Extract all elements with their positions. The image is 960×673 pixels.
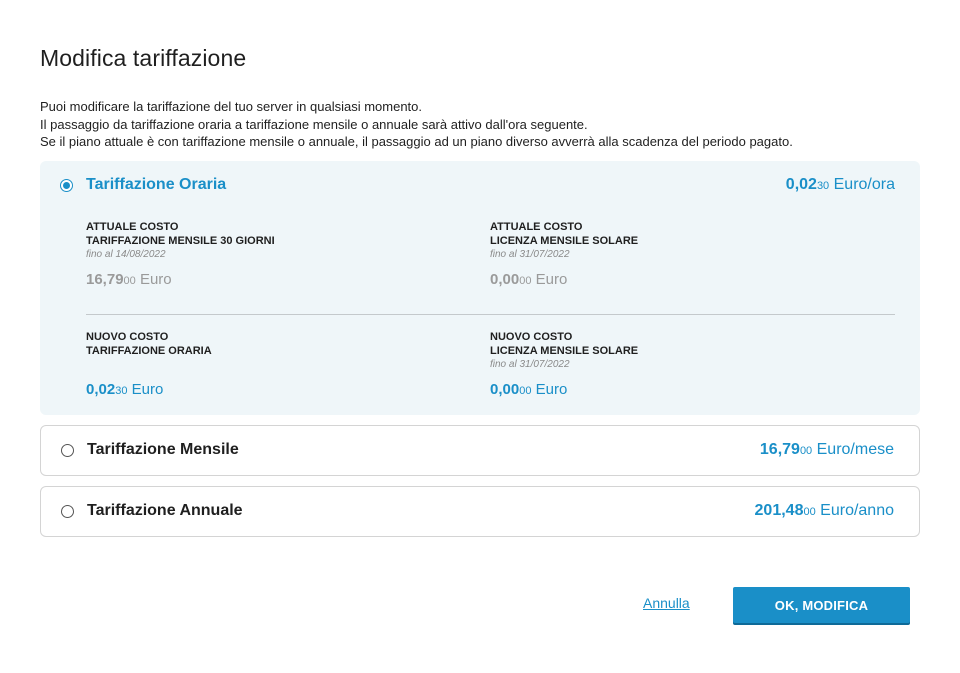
- current-cost-monthly-value: 16,7900 Euro: [86, 271, 172, 288]
- intro-line: Se il piano attuale è con tariffazione m…: [40, 134, 793, 149]
- new-cost-license-value: 0,0000 Euro: [490, 381, 567, 398]
- cost-subtitle: LICENZA MENSILE SOLARE: [490, 345, 639, 357]
- value-int: 0,00: [490, 381, 520, 398]
- new-cost-hourly: NUOVO COSTO TARIFFAZIONE ORARIA: [86, 330, 212, 358]
- cost-date: fino al 31/07/2022: [490, 359, 570, 370]
- new-cost-license: NUOVO COSTO LICENZA MENSILE SOLARE fino …: [490, 330, 638, 371]
- option-monthly-label: Tariffazione Mensile: [87, 441, 239, 458]
- value-unit: Euro: [135, 271, 172, 288]
- price-unit: Euro/anno: [815, 502, 894, 519]
- value-unit: Euro: [127, 381, 164, 398]
- price-int: 0,02: [785, 176, 817, 193]
- current-cost-monthly: ATTUALE COSTO TARIFFAZIONE MENSILE 30 GI…: [86, 220, 275, 261]
- radio-yearly[interactable]: [61, 505, 74, 518]
- option-yearly[interactable]: Tariffazione Annuale 201,4800 Euro/anno: [40, 486, 920, 537]
- option-hourly[interactable]: Tariffazione Oraria 0,0230 Euro/ora ATTU…: [40, 161, 920, 415]
- new-cost-hourly-value: 0,0230 Euro: [86, 381, 163, 398]
- option-monthly[interactable]: Tariffazione Mensile 16,7900 Euro/mese: [40, 425, 920, 476]
- value-dec: 00: [519, 275, 532, 287]
- page-title: Modifica tariffazione: [40, 45, 247, 71]
- cost-subtitle: LICENZA MENSILE SOLARE: [490, 235, 639, 247]
- cost-subtitle: TARIFFAZIONE MENSILE 30 GIORNI: [86, 235, 275, 247]
- price-dec: 00: [803, 506, 816, 518]
- value-unit: Euro: [531, 381, 568, 398]
- cost-title: NUOVO COSTO: [86, 331, 169, 343]
- price-int: 16,79: [759, 441, 800, 458]
- intro-line: Il passaggio da tariffazione oraria a ta…: [40, 116, 588, 132]
- value-dec: 30: [115, 385, 128, 397]
- cost-date: fino al 31/07/2022: [490, 249, 570, 260]
- value-int: 16,79: [86, 271, 124, 288]
- price-unit: Euro/mese: [812, 441, 894, 458]
- ok-modify-button[interactable]: OK, MODIFICA: [733, 587, 910, 623]
- option-yearly-price: 201,4800 Euro/anno: [755, 502, 894, 520]
- value-dec: 00: [519, 385, 532, 397]
- price-unit: Euro/ora: [829, 176, 895, 193]
- value-int: 0,00: [490, 271, 520, 288]
- option-yearly-label: Tariffazione Annuale: [87, 502, 243, 519]
- cost-title: ATTUALE COSTO: [86, 221, 179, 233]
- cancel-link[interactable]: Annulla: [643, 595, 690, 611]
- value-unit: Euro: [531, 271, 568, 288]
- price-dec: 30: [816, 180, 830, 192]
- cost-subtitle: TARIFFAZIONE ORARIA: [86, 345, 212, 357]
- value-dec: 00: [123, 275, 136, 287]
- radio-hourly[interactable]: [60, 179, 73, 192]
- intro-line: Puoi modificare la tariffazione del tuo …: [40, 99, 423, 114]
- price-dec: 00: [799, 445, 813, 457]
- cost-title: NUOVO COSTO: [490, 331, 573, 343]
- value-int: 0,02: [86, 381, 116, 398]
- radio-monthly[interactable]: [61, 444, 74, 457]
- cost-title: ATTUALE COSTO: [490, 221, 583, 233]
- divider: [86, 314, 895, 315]
- option-hourly-label: Tariffazione Oraria: [86, 176, 227, 193]
- intro-text: Puoi modificare la tariffazione del tuo …: [40, 98, 793, 151]
- option-monthly-price: 16,7900 Euro/mese: [760, 441, 894, 459]
- current-cost-license-value: 0,0000 Euro: [490, 271, 567, 288]
- cost-date: fino al 14/08/2022: [86, 249, 166, 260]
- option-hourly-price: 0,0230 Euro/ora: [786, 176, 895, 194]
- price-int: 201,48: [754, 502, 804, 519]
- current-cost-license: ATTUALE COSTO LICENZA MENSILE SOLARE fin…: [490, 220, 638, 261]
